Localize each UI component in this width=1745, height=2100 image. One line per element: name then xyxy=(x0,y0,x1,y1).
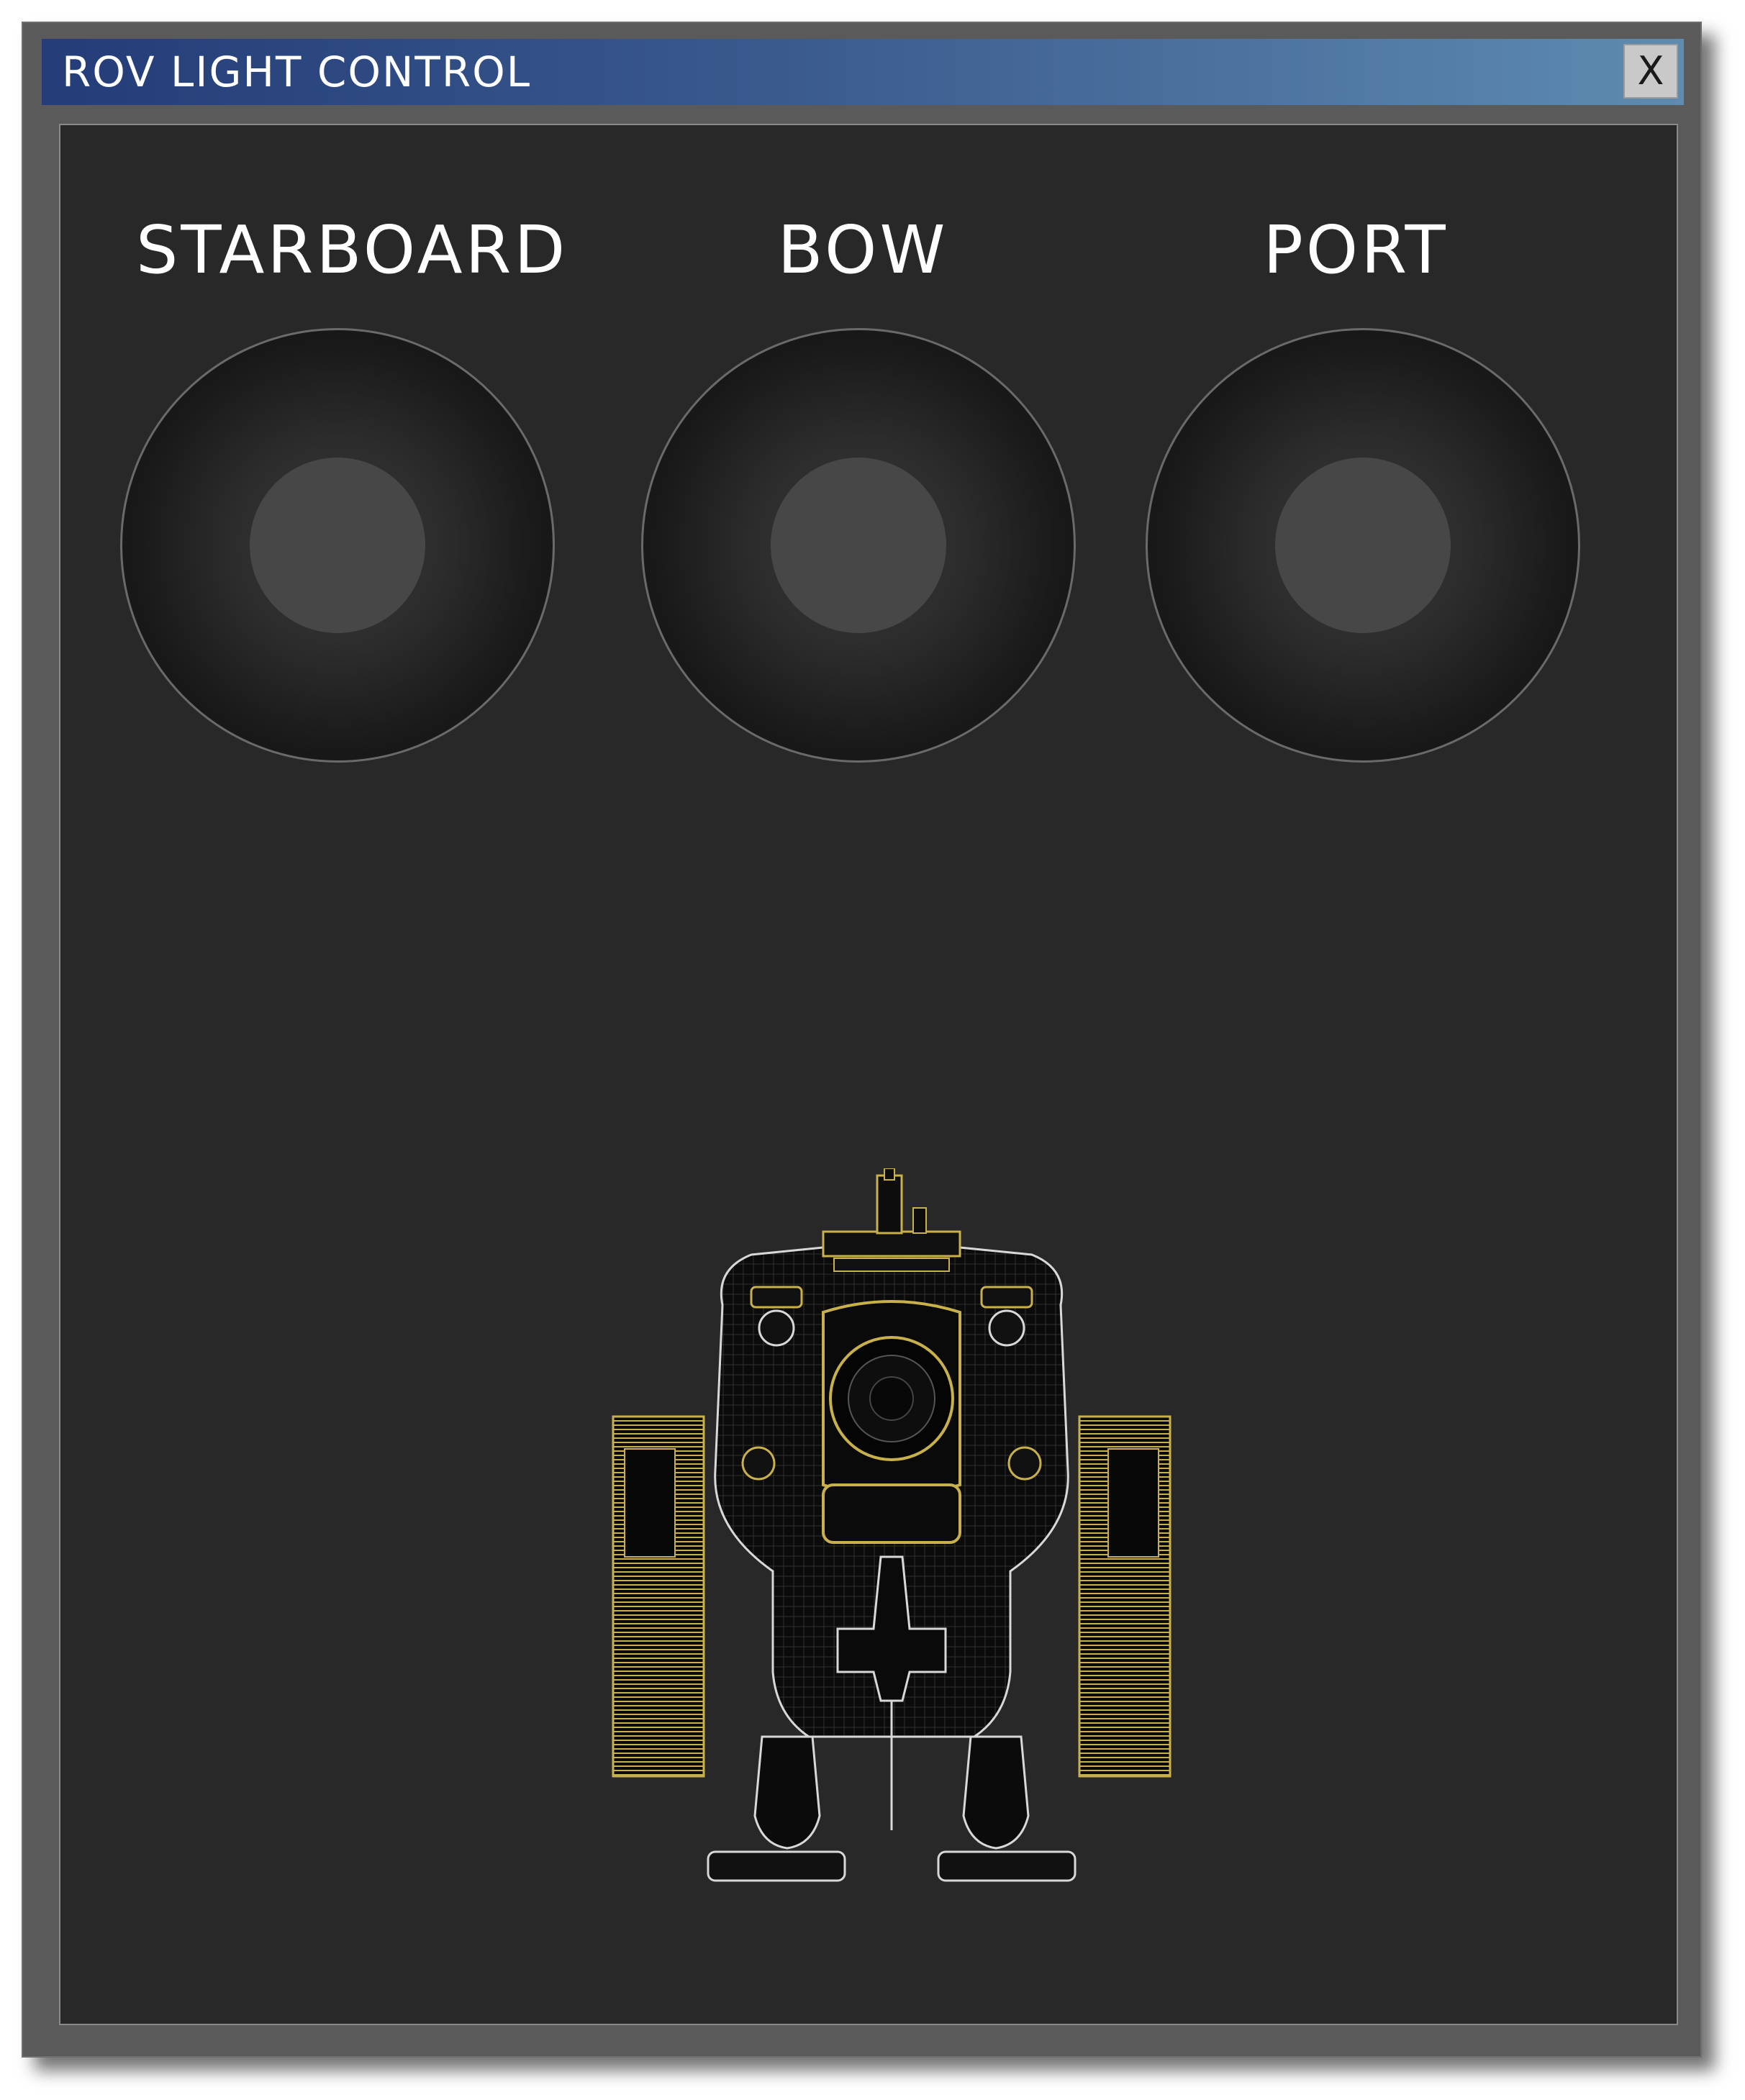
close-button[interactable]: X xyxy=(1623,44,1678,99)
port-light-knob[interactable] xyxy=(1146,328,1580,763)
rov-wireframe-icon xyxy=(612,1168,1171,1882)
title-bar[interactable]: ROV LIGHT CONTROL X xyxy=(42,39,1684,105)
starboard-knob-center xyxy=(250,458,425,633)
bow-light-knob[interactable] xyxy=(641,328,1076,763)
rov-light-control-window: ROV LIGHT CONTROL X STARBOARD BOW PORT xyxy=(22,22,1702,2058)
starboard-label: STARBOARD xyxy=(136,212,568,288)
light-control-panel: STARBOARD BOW PORT xyxy=(59,124,1678,2025)
port-knob-center xyxy=(1275,458,1451,633)
bow-label: BOW xyxy=(777,212,948,288)
bow-knob-center xyxy=(771,458,946,633)
port-label: PORT xyxy=(1263,212,1449,288)
starboard-light-knob[interactable] xyxy=(120,328,555,763)
window-title: ROV LIGHT CONTROL xyxy=(62,47,532,96)
